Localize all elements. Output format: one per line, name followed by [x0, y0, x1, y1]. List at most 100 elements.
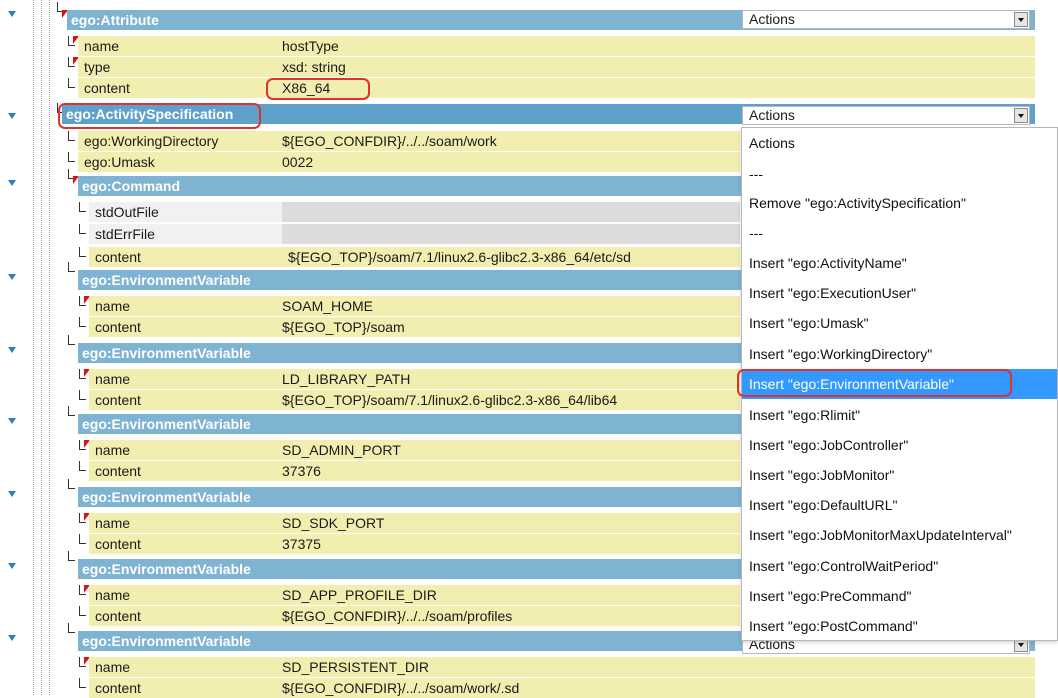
field-name: content [89, 461, 282, 481]
chevron-down-icon[interactable] [1014, 108, 1028, 123]
actions-select[interactable]: Actions [742, 10, 1030, 29]
field-name: content [89, 247, 282, 267]
collapse-toggle-icon[interactable] [8, 113, 16, 119]
menu-item[interactable]: Insert "ego:JobMonitorMaxUpdateInterval" [742, 520, 1057, 550]
field-name: content [89, 534, 282, 554]
tree-elbow-icon [68, 78, 75, 88]
menu-separator: --- [749, 166, 763, 182]
field-name: ego:Umask [78, 152, 276, 172]
menu-item[interactable]: Insert "ego:Umask" [742, 308, 1057, 338]
annotation-circle [737, 369, 1012, 397]
collapse-toggle-icon[interactable] [8, 418, 16, 424]
field-value[interactable]: SD_SDK_PORT [276, 513, 740, 533]
field-name: name [89, 369, 282, 389]
tree-elbow-icon [79, 534, 86, 544]
menu-item[interactable]: Insert "ego:JobController" [742, 430, 1057, 460]
field-name: name [89, 440, 282, 460]
tree-guide-line [49, 0, 50, 695]
field-value[interactable]: SD_APP_PROFILE_DIR [276, 585, 740, 605]
node-label: ego:EnvironmentVariable [82, 633, 251, 649]
field-value[interactable]: ${EGO_CONFDIR}/../../soam/work [276, 131, 740, 151]
menu-item[interactable]: Insert "ego:Rlimit" [742, 400, 1057, 430]
tree-elbow-icon [68, 479, 75, 489]
collapse-toggle-icon[interactable] [8, 180, 16, 186]
field-name: content [89, 390, 282, 410]
field-value[interactable]: SD_ADMIN_PORT [276, 440, 740, 460]
node-label: ego:EnvironmentVariable [82, 272, 251, 288]
tree-elbow-icon [79, 461, 86, 471]
field-value[interactable]: 0022 [276, 152, 740, 172]
field-value[interactable]: xsd: string [276, 57, 1035, 77]
field-value[interactable] [282, 202, 740, 222]
tree-elbow-icon [79, 247, 86, 257]
menu-separator: --- [749, 225, 763, 241]
tree-elbow-icon [68, 335, 75, 345]
chevron-down-icon[interactable] [1014, 12, 1028, 27]
field-value[interactable]: ${EGO_TOP}/soam [276, 317, 740, 337]
field-name: stdErrFile [89, 224, 282, 244]
node-label: ego:Attribute [71, 12, 159, 28]
field-name: content [89, 606, 282, 626]
menu-item[interactable]: Actions [742, 128, 1057, 158]
tree-elbow-icon [68, 623, 75, 633]
menu-item[interactable]: Insert "ego:DefaultURL" [742, 490, 1057, 520]
tree-elbow-icon [68, 131, 75, 141]
menu-item[interactable]: Insert "ego:PostCommand" [742, 611, 1057, 641]
tree-elbow-icon [79, 202, 86, 212]
tree-elbow-icon [79, 390, 86, 400]
field-name: content [78, 78, 276, 98]
collapse-toggle-icon[interactable] [8, 274, 16, 280]
collapse-toggle-icon[interactable] [8, 635, 16, 641]
tree-elbow-icon [68, 152, 75, 162]
tree-guide-line [33, 0, 34, 695]
collapse-toggle-icon[interactable] [8, 347, 16, 353]
menu-item[interactable]: Insert "ego:ExecutionUser" [742, 278, 1057, 308]
field-value[interactable]: ${EGO_CONFDIR}/../../soam/profiles [276, 606, 740, 626]
field-name: content [89, 678, 282, 698]
field-name: name [78, 36, 276, 56]
menu-item[interactable]: Insert "ego:ActivityName" [742, 248, 1057, 278]
menu-item[interactable]: Insert "ego:JobMonitor" [742, 460, 1057, 490]
node-label: ego:Command [82, 178, 180, 194]
node-label: ego:EnvironmentVariable [82, 345, 251, 361]
field-value[interactable]: LD_LIBRARY_PATH [276, 369, 740, 389]
field-value[interactable]: 37375 [276, 534, 740, 554]
field-value[interactable]: ${EGO_TOP}/soam/7.1/linux2.6-glibc2.3-x8… [282, 247, 740, 267]
field-name: name [89, 296, 282, 316]
field-value[interactable]: hostType [276, 36, 1035, 56]
field-name: type [78, 57, 276, 77]
field-value[interactable]: SD_PERSISTENT_DIR [276, 657, 1035, 677]
tree-elbow-icon [79, 678, 86, 688]
field-value[interactable]: ${EGO_TOP}/soam/7.1/linux2.6-glibc2.3-x8… [276, 390, 740, 410]
annotation-circle [266, 78, 370, 100]
field-name: content [89, 317, 282, 337]
field-name: name [89, 585, 282, 605]
tree-elbow-icon [68, 551, 75, 561]
node-label: ego:EnvironmentVariable [82, 489, 251, 505]
menu-item[interactable]: Remove "ego:ActivitySpecification" [742, 188, 1057, 218]
tree-elbow-icon [79, 606, 86, 616]
actions-select-value: Actions [749, 107, 795, 123]
collapse-toggle-icon[interactable] [8, 11, 16, 17]
field-value[interactable]: X86_64 [276, 78, 1035, 98]
field-value[interactable] [282, 224, 740, 244]
menu-item[interactable]: Insert "ego:WorkingDirectory" [742, 339, 1057, 369]
menu-item[interactable]: Insert "ego:ControlWaitPeriod" [742, 551, 1057, 581]
tree-elbow-icon [68, 262, 75, 272]
field-name: ego:WorkingDirectory [78, 131, 276, 151]
menu-item[interactable]: Insert "ego:PreCommand" [742, 581, 1057, 611]
actions-select[interactable]: Actions [742, 106, 1030, 125]
node-label: ego:EnvironmentVariable [82, 416, 251, 432]
collapse-toggle-icon[interactable] [8, 491, 16, 497]
tree-elbow-icon [79, 317, 86, 327]
field-name: name [89, 513, 282, 533]
field-value[interactable]: SOAM_HOME [276, 296, 740, 316]
node-label: ego:EnvironmentVariable [82, 561, 251, 577]
field-value[interactable]: ${EGO_CONFDIR}/../../soam/work/.sd [276, 678, 1035, 698]
tree-guide-line [41, 0, 42, 695]
collapse-toggle-icon[interactable] [8, 563, 16, 569]
annotation-circle [58, 103, 261, 129]
field-name: name [89, 657, 282, 677]
field-value[interactable]: 37376 [276, 461, 740, 481]
tree-elbow-icon [68, 406, 75, 416]
